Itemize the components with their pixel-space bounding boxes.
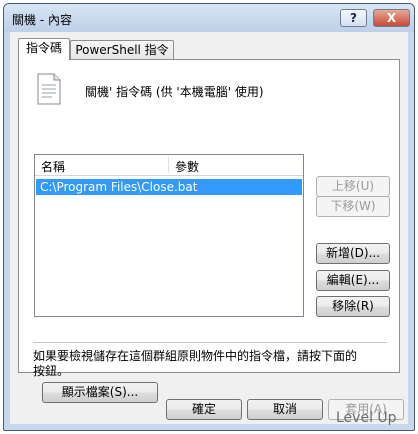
tab-powershell-scripts[interactable]: PowerShell 指令碼 — [70, 40, 174, 75]
script-description: 關機' 指令碼 (供 '本機電腦' 使用) — [85, 85, 264, 99]
column-header-name[interactable]: 名稱 — [41, 158, 65, 175]
column-separator[interactable] — [168, 157, 169, 173]
row-name: C:\Program Files\Close.bat — [40, 180, 198, 194]
add-button[interactable]: 新增(D)... — [316, 243, 390, 264]
list-header: 名稱 參數 — [35, 155, 303, 176]
move-up-button[interactable]: 上移(U) — [316, 176, 390, 197]
help-button[interactable]: ? — [340, 9, 367, 27]
cancel-button[interactable]: 取消 — [247, 399, 323, 420]
column-header-params[interactable]: 參數 — [175, 158, 199, 175]
title-bar[interactable]: 關機 - 內容 ? X — [4, 4, 414, 32]
edit-button[interactable]: 編輯(E)... — [316, 270, 390, 291]
tab-panel-scripts: 關機' 指令碼 (供 '本機電腦' 使用) 名稱 參數 C:\Program F… — [18, 59, 400, 403]
watermark-text: Level Up — [336, 410, 397, 426]
show-files-button[interactable]: 顯示檔案(S)... — [42, 382, 158, 403]
divider — [33, 342, 387, 343]
properties-dialog: 關機 - 內容 ? X 指令碼 PowerShell 指令碼 關機' 指令碼 (… — [3, 3, 415, 431]
dialog-client-area: 指令碼 PowerShell 指令碼 關機' 指令碼 (供 '本機電腦' 使用)… — [10, 32, 408, 424]
close-button[interactable]: X — [373, 9, 410, 27]
tab-scripts[interactable]: 指令碼 — [18, 38, 70, 60]
scripts-list[interactable]: 名稱 參數 C:\Program Files\Close.bat — [34, 154, 304, 317]
move-down-button[interactable]: 下移(W) — [316, 196, 390, 217]
script-file-icon — [37, 73, 61, 105]
ok-button[interactable]: 確定 — [166, 399, 242, 420]
info-text: 如果要檢視儲存在這個群組原則物件中的指令檔，請按下面的按鈕。 — [33, 349, 358, 378]
remove-button[interactable]: 移除(R) — [316, 296, 390, 317]
table-row[interactable]: C:\Program Files\Close.bat — [36, 179, 302, 195]
window-title: 關機 - 內容 — [12, 13, 72, 27]
